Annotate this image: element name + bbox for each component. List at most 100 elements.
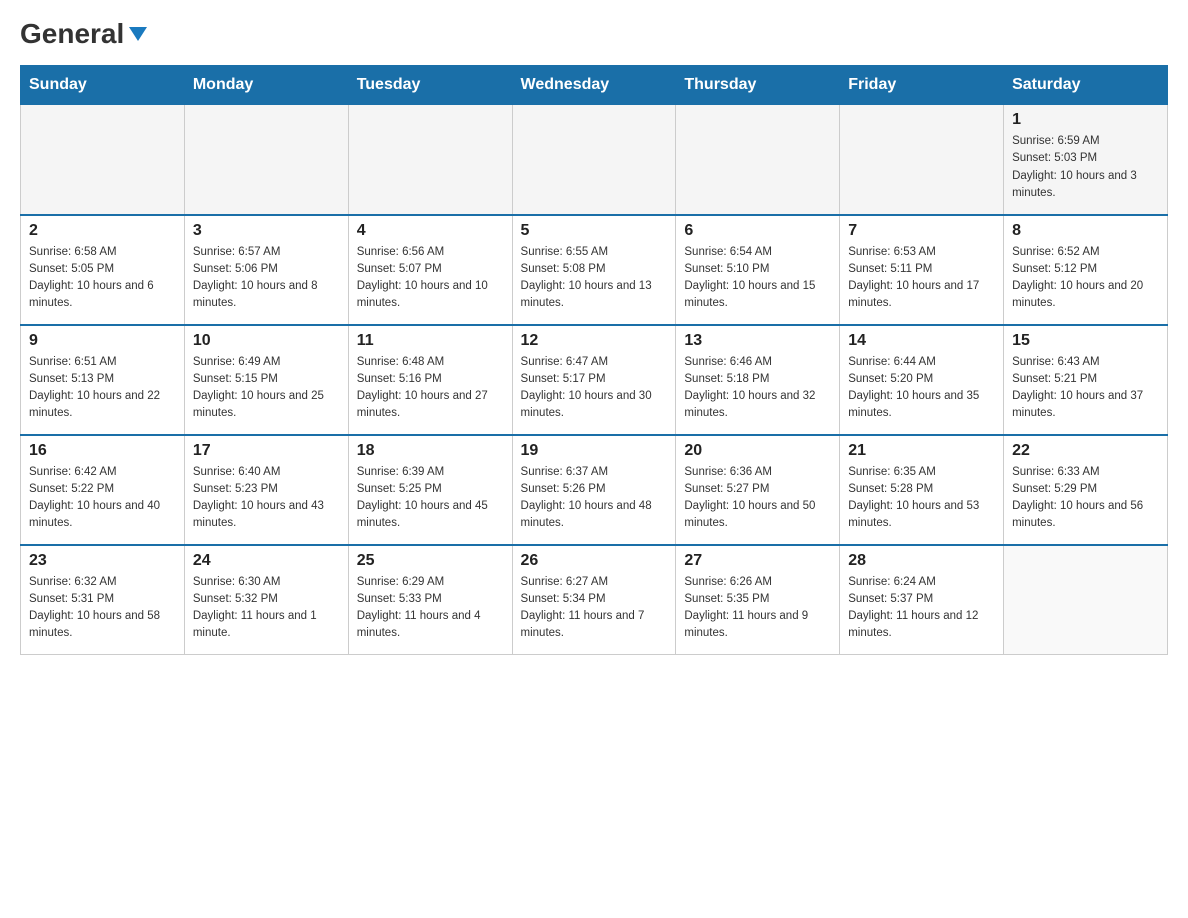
day-number: 24 [193,552,340,570]
day-info: Sunrise: 6:40 AMSunset: 5:23 PMDaylight:… [193,464,340,533]
day-number: 9 [29,332,176,350]
day-number: 27 [684,552,831,570]
calendar-cell [184,105,348,215]
day-number: 20 [684,442,831,460]
day-info: Sunrise: 6:36 AMSunset: 5:27 PMDaylight:… [684,464,831,533]
calendar-cell: 20 Sunrise: 6:36 AMSunset: 5:27 PMDayligh… [676,435,840,545]
calendar-day-header-saturday: Saturday [1004,66,1168,105]
day-info: Sunrise: 6:44 AMSunset: 5:20 PMDaylight:… [848,354,995,423]
day-info: Sunrise: 6:29 AMSunset: 5:33 PMDaylight:… [357,574,504,643]
day-number: 19 [521,442,668,460]
day-info: Sunrise: 6:52 AMSunset: 5:12 PMDaylight:… [1012,244,1159,313]
day-number: 11 [357,332,504,350]
calendar-cell [1004,545,1168,655]
calendar-day-header-monday: Monday [184,66,348,105]
day-number: 28 [848,552,995,570]
day-number: 10 [193,332,340,350]
logo-name: General [20,20,149,48]
day-info: Sunrise: 6:26 AMSunset: 5:35 PMDaylight:… [684,574,831,643]
calendar-cell: 7 Sunrise: 6:53 AMSunset: 5:11 PMDaylight… [840,215,1004,325]
calendar-cell: 8 Sunrise: 6:52 AMSunset: 5:12 PMDaylight… [1004,215,1168,325]
day-info: Sunrise: 6:57 AMSunset: 5:06 PMDaylight:… [193,244,340,313]
calendar-header-row: SundayMondayTuesdayWednesdayThursdayFrid… [21,66,1168,105]
day-number: 7 [848,222,995,240]
calendar-day-header-tuesday: Tuesday [348,66,512,105]
day-number: 22 [1012,442,1159,460]
day-info: Sunrise: 6:35 AMSunset: 5:28 PMDaylight:… [848,464,995,533]
calendar-cell: 26 Sunrise: 6:27 AMSunset: 5:34 PMDayligh… [512,545,676,655]
day-info: Sunrise: 6:54 AMSunset: 5:10 PMDaylight:… [684,244,831,313]
day-number: 25 [357,552,504,570]
day-number: 16 [29,442,176,460]
day-info: Sunrise: 6:30 AMSunset: 5:32 PMDaylight:… [193,574,340,643]
calendar-cell: 13 Sunrise: 6:46 AMSunset: 5:18 PMDayligh… [676,325,840,435]
calendar-cell: 19 Sunrise: 6:37 AMSunset: 5:26 PMDayligh… [512,435,676,545]
day-number: 8 [1012,222,1159,240]
day-info: Sunrise: 6:59 AMSunset: 5:03 PMDaylight:… [1012,133,1159,202]
calendar-cell: 15 Sunrise: 6:43 AMSunset: 5:21 PMDayligh… [1004,325,1168,435]
day-info: Sunrise: 6:48 AMSunset: 5:16 PMDaylight:… [357,354,504,423]
calendar-week-row-1: 1 Sunrise: 6:59 AMSunset: 5:03 PMDaylight… [21,105,1168,215]
day-info: Sunrise: 6:37 AMSunset: 5:26 PMDaylight:… [521,464,668,533]
calendar-cell: 11 Sunrise: 6:48 AMSunset: 5:16 PMDayligh… [348,325,512,435]
calendar-cell: 10 Sunrise: 6:49 AMSunset: 5:15 PMDayligh… [184,325,348,435]
day-info: Sunrise: 6:27 AMSunset: 5:34 PMDaylight:… [521,574,668,643]
calendar-day-header-friday: Friday [840,66,1004,105]
day-number: 4 [357,222,504,240]
calendar-cell: 24 Sunrise: 6:30 AMSunset: 5:32 PMDayligh… [184,545,348,655]
day-number: 26 [521,552,668,570]
day-info: Sunrise: 6:43 AMSunset: 5:21 PMDaylight:… [1012,354,1159,423]
day-info: Sunrise: 6:56 AMSunset: 5:07 PMDaylight:… [357,244,504,313]
day-number: 15 [1012,332,1159,350]
calendar-cell: 2 Sunrise: 6:58 AMSunset: 5:05 PMDaylight… [21,215,185,325]
calendar-cell [512,105,676,215]
day-number: 21 [848,442,995,460]
calendar-day-header-sunday: Sunday [21,66,185,105]
day-info: Sunrise: 6:32 AMSunset: 5:31 PMDaylight:… [29,574,176,643]
day-number: 14 [848,332,995,350]
calendar-week-row-3: 9 Sunrise: 6:51 AMSunset: 5:13 PMDaylight… [21,325,1168,435]
calendar-cell: 3 Sunrise: 6:57 AMSunset: 5:06 PMDaylight… [184,215,348,325]
day-number: 12 [521,332,668,350]
calendar-week-row-2: 2 Sunrise: 6:58 AMSunset: 5:05 PMDaylight… [21,215,1168,325]
page-header: General [20,20,1168,50]
calendar-cell [348,105,512,215]
calendar-day-header-thursday: Thursday [676,66,840,105]
day-info: Sunrise: 6:55 AMSunset: 5:08 PMDaylight:… [521,244,668,313]
day-number: 3 [193,222,340,240]
calendar-cell: 23 Sunrise: 6:32 AMSunset: 5:31 PMDayligh… [21,545,185,655]
calendar-cell: 14 Sunrise: 6:44 AMSunset: 5:20 PMDayligh… [840,325,1004,435]
day-number: 2 [29,222,176,240]
day-info: Sunrise: 6:51 AMSunset: 5:13 PMDaylight:… [29,354,176,423]
calendar-cell: 16 Sunrise: 6:42 AMSunset: 5:22 PMDayligh… [21,435,185,545]
day-number: 23 [29,552,176,570]
calendar-table: SundayMondayTuesdayWednesdayThursdayFrid… [20,65,1168,655]
calendar-cell [21,105,185,215]
calendar-cell [840,105,1004,215]
day-info: Sunrise: 6:33 AMSunset: 5:29 PMDaylight:… [1012,464,1159,533]
day-number: 1 [1012,111,1159,129]
calendar-cell: 12Sunrise: 6:47 AMSunset: 5:17 PMDayligh… [512,325,676,435]
day-number: 5 [521,222,668,240]
logo: General [20,20,149,50]
calendar-cell: 28Sunrise: 6:24 AMSunset: 5:37 PMDayligh… [840,545,1004,655]
day-info: Sunrise: 6:39 AMSunset: 5:25 PMDaylight:… [357,464,504,533]
calendar-day-header-wednesday: Wednesday [512,66,676,105]
calendar-cell: 17 Sunrise: 6:40 AMSunset: 5:23 PMDayligh… [184,435,348,545]
day-info: Sunrise: 6:53 AMSunset: 5:11 PMDaylight:… [848,244,995,313]
day-info: Sunrise: 6:42 AMSunset: 5:22 PMDaylight:… [29,464,176,533]
calendar-cell: 25 Sunrise: 6:29 AMSunset: 5:33 PMDayligh… [348,545,512,655]
calendar-cell: 18Sunrise: 6:39 AMSunset: 5:25 PMDayligh… [348,435,512,545]
calendar-week-row-5: 23 Sunrise: 6:32 AMSunset: 5:31 PMDayligh… [21,545,1168,655]
calendar-cell: 6Sunrise: 6:54 AMSunset: 5:10 PMDaylight… [676,215,840,325]
calendar-cell: 1 Sunrise: 6:59 AMSunset: 5:03 PMDaylight… [1004,105,1168,215]
day-info: Sunrise: 6:49 AMSunset: 5:15 PMDaylight:… [193,354,340,423]
day-number: 13 [684,332,831,350]
day-info: Sunrise: 6:58 AMSunset: 5:05 PMDaylight:… [29,244,176,313]
day-info: Sunrise: 6:46 AMSunset: 5:18 PMDaylight:… [684,354,831,423]
calendar-cell [676,105,840,215]
day-number: 17 [193,442,340,460]
calendar-cell: 21 Sunrise: 6:35 AMSunset: 5:28 PMDayligh… [840,435,1004,545]
calendar-cell: 22 Sunrise: 6:33 AMSunset: 5:29 PMDayligh… [1004,435,1168,545]
calendar-cell: 4 Sunrise: 6:56 AMSunset: 5:07 PMDaylight… [348,215,512,325]
